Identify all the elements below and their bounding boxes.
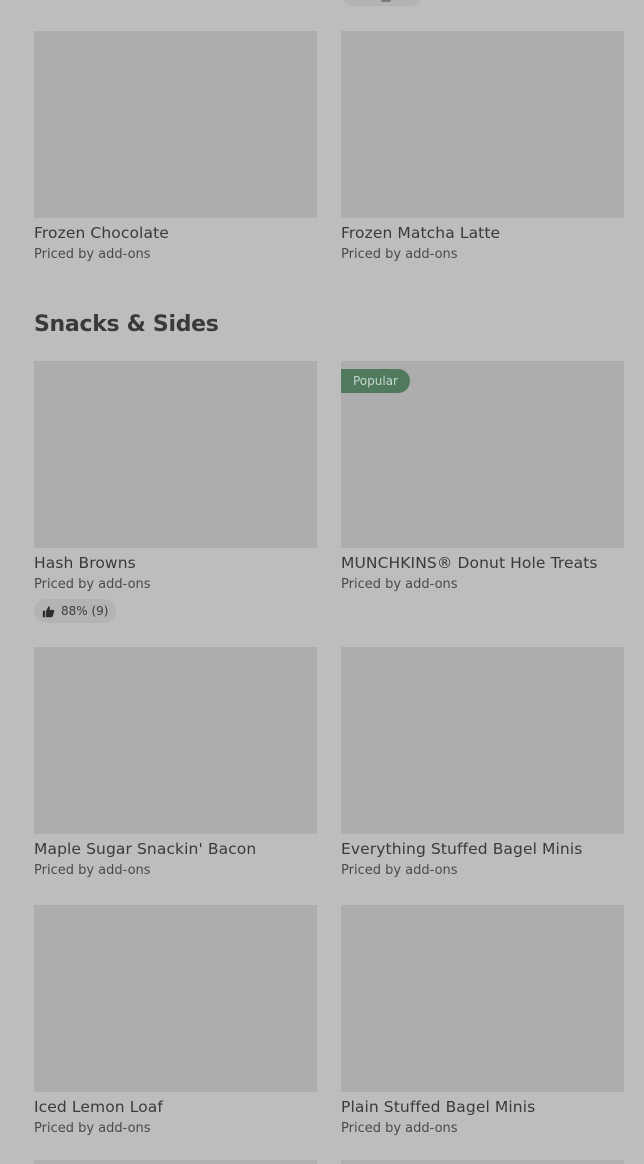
- item-price: Priced by add-ons: [34, 247, 151, 262]
- item-name: MUNCHKINS® Donut Hole Treats: [341, 554, 598, 572]
- rating-text: 88% (9): [61, 604, 109, 618]
- rating-badge-cutoff: [343, 0, 421, 6]
- item-image[interactable]: [34, 647, 317, 834]
- item-price: Priced by add-ons: [341, 577, 458, 592]
- item-image[interactable]: [341, 31, 624, 218]
- item-price: Priced by add-ons: [341, 1121, 458, 1136]
- item-price: Priced by add-ons: [34, 863, 151, 878]
- item-name: Iced Lemon Loaf: [34, 1098, 163, 1116]
- menu-page: Frozen Chocolate Priced by add-ons Froze…: [0, 0, 644, 1164]
- item-price: Priced by add-ons: [341, 863, 458, 878]
- item-image[interactable]: [341, 647, 624, 834]
- popular-badge: Popular: [341, 369, 410, 393]
- item-price: Priced by add-ons: [34, 1121, 151, 1136]
- cutoff-badge-text: [381, 0, 391, 2]
- item-price: Priced by add-ons: [341, 247, 458, 262]
- section-title-snacks-sides: Snacks & Sides: [34, 312, 219, 337]
- item-name: Frozen Matcha Latte: [341, 224, 501, 242]
- item-name: Everything Stuffed Bagel Minis: [341, 840, 583, 858]
- next-item-image-cutoff[interactable]: [34, 1160, 317, 1164]
- item-name: Plain Stuffed Bagel Minis: [341, 1098, 536, 1116]
- item-image[interactable]: [341, 905, 624, 1092]
- item-image[interactable]: [34, 31, 317, 218]
- rating-badge: 88% (9): [34, 599, 117, 623]
- item-name: Frozen Chocolate: [34, 224, 169, 242]
- thumbs-up-icon: [42, 605, 55, 618]
- item-image[interactable]: [34, 905, 317, 1092]
- item-price: Priced by add-ons: [34, 577, 151, 592]
- item-name: Hash Browns: [34, 554, 136, 572]
- item-image[interactable]: [34, 361, 317, 548]
- item-name: Maple Sugar Snackin' Bacon: [34, 840, 257, 858]
- next-item-image-cutoff[interactable]: [341, 1160, 624, 1164]
